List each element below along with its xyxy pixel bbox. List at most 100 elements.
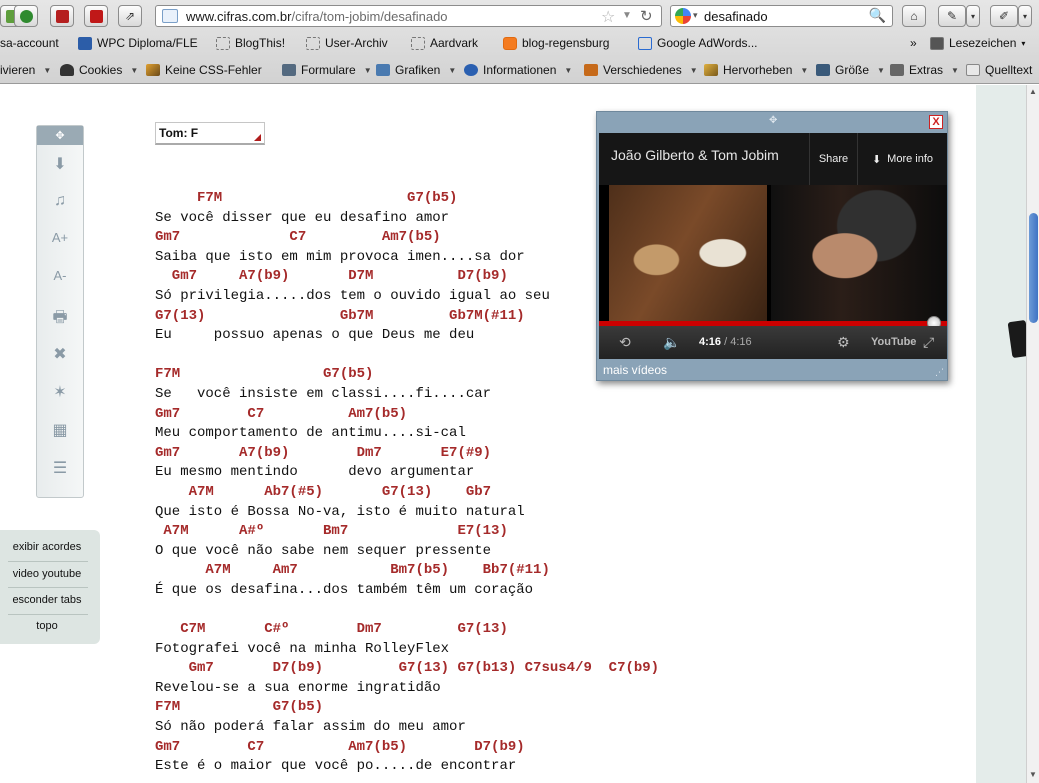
- form-icon: [282, 64, 296, 76]
- replay-icon[interactable]: ⟲: [619, 334, 631, 351]
- bookmark-item[interactable]: BlogThis!: [216, 36, 285, 50]
- bookmark-item[interactable]: WPC Diploma/FLE: [78, 36, 198, 50]
- chord-line: Gm7 D7(b9) G7(13) G7(b13) C7sus4/9 C7(b9…: [155, 660, 660, 677]
- devtool-source[interactable]: Quelltext: [966, 63, 1032, 77]
- bookmark-item[interactable]: User-Archiv: [306, 36, 388, 50]
- settings-gear-icon[interactable]: ⚙: [837, 334, 850, 351]
- bookmark-book-button[interactable]: [50, 5, 74, 27]
- devtool-information[interactable]: Informationen ▼: [464, 63, 572, 77]
- pen-tool-button[interactable]: ✐: [990, 5, 1018, 27]
- bookmarks-overflow-button[interactable]: »: [910, 36, 917, 50]
- search-icon[interactable]: 🔍: [869, 7, 886, 24]
- fullscreen-icon[interactable]: ⤢: [923, 334, 934, 351]
- google-icon: [638, 36, 652, 50]
- lyric-line: O que você não sabe nem sequer pressente: [155, 542, 492, 559]
- devtool-cookies[interactable]: Cookies ▼: [60, 63, 138, 77]
- page-source-icon: [966, 64, 980, 76]
- bookmark-item[interactable]: blog-regensburg: [503, 36, 609, 50]
- search-input[interactable]: desafinado: [704, 9, 768, 24]
- browser-chrome: ⇗ www.cifras.com.br/cifra/tom-jobim/desa…: [0, 0, 1039, 84]
- url-text[interactable]: www.cifras.com.br/cifra/tom-jobim/desafi…: [186, 9, 448, 24]
- bookmarklet-icon: [306, 36, 320, 50]
- dropdown-corner-icon: [254, 134, 261, 141]
- music-note-icon[interactable]: ♫: [37, 192, 83, 210]
- readlater-button[interactable]: [84, 5, 108, 27]
- address-bar[interactable]: www.cifras.com.br/cifra/tom-jobim/desafi…: [155, 5, 662, 27]
- mais-videos-link[interactable]: mais vídeos: [603, 363, 667, 377]
- devtool-deactivate[interactable]: ivieren ▼: [0, 63, 51, 77]
- reload-icon[interactable]: ↻: [640, 7, 653, 25]
- scrollbar-thumb[interactable]: [1029, 213, 1038, 323]
- vertical-scrollbar[interactable]: ▲ ▼: [1026, 85, 1039, 783]
- google-engine-icon[interactable]: [675, 8, 691, 24]
- list-icon[interactable]: ☰: [37, 458, 83, 478]
- tools-icon: [890, 64, 904, 76]
- resize-icon: [816, 64, 830, 76]
- link-topo[interactable]: topo: [0, 620, 94, 632]
- font-increase-icon[interactable]: A+: [37, 230, 83, 245]
- bookmark-item[interactable]: Google AdWords...: [638, 36, 758, 50]
- devtool-misc[interactable]: Verschiedenes ▼: [584, 63, 698, 77]
- navigation-toolbar: ⇗ www.cifras.com.br/cifra/tom-jobim/desa…: [0, 3, 1039, 29]
- devtool-forms[interactable]: Formulare ▼: [282, 63, 372, 77]
- refresh-addon-button[interactable]: [14, 5, 38, 27]
- resize-grip-icon[interactable]: ⋰: [935, 367, 944, 378]
- devtool-tools[interactable]: Extras ▼: [890, 63, 959, 77]
- engine-dropdown-icon[interactable]: ▾: [693, 10, 698, 21]
- share-button[interactable]: Share: [809, 133, 857, 185]
- move-icon[interactable]: ✥: [37, 126, 83, 145]
- chevron-down-icon: ▼: [448, 65, 457, 75]
- bookmark-item[interactable]: Aardvark: [411, 36, 478, 50]
- open-window-button[interactable]: ⇗: [118, 5, 142, 27]
- divider: [8, 614, 88, 615]
- video-frame-closeup: [771, 185, 947, 321]
- chevron-down-icon: ▼: [800, 65, 809, 75]
- volume-icon[interactable]: 🔈: [663, 334, 680, 351]
- lyric-line: Meu comportamento de antimu....si-cal: [155, 425, 466, 442]
- extension-menu-button[interactable]: ✎: [938, 5, 966, 27]
- lesezeichen-menu[interactable]: Lesezeichen ▾: [930, 36, 1025, 50]
- key-selector[interactable]: Tom: F: [155, 122, 265, 145]
- devtool-resize[interactable]: Größe ▼: [816, 63, 885, 77]
- font-decrease-icon[interactable]: A-: [37, 268, 83, 283]
- bookmark-item[interactable]: sa-account: [0, 36, 59, 50]
- scroll-down-icon[interactable]: ▼: [1029, 770, 1037, 779]
- devtool-images[interactable]: Grafiken ▼: [376, 63, 456, 77]
- chord-line: Gm7 A7(b9) D7M D7(b9): [155, 268, 508, 285]
- divider: [8, 587, 88, 588]
- close-video-button[interactable]: X: [929, 115, 943, 129]
- chord-grid-icon[interactable]: ▦: [37, 420, 83, 440]
- close-icon[interactable]: ✖: [37, 344, 83, 364]
- chevron-down-icon: ▾: [1022, 11, 1027, 21]
- lyric-line: É que os desafina...dos também têm um co…: [155, 581, 534, 598]
- home-button[interactable]: ⌂: [902, 5, 926, 27]
- devtool-css[interactable]: Keine CSS-Fehler: [146, 63, 262, 77]
- search-bar[interactable]: ▾ desafinado 🔍: [670, 5, 893, 27]
- video-title[interactable]: João Gilberto & Tom Jobim: [611, 147, 811, 163]
- more-info-button[interactable]: ⬇ More info: [857, 133, 947, 185]
- lyric-line: Este é o maior que você po.....de encont…: [155, 758, 517, 775]
- link-video-youtube[interactable]: video youtube: [0, 568, 94, 580]
- link-esconder-tabs[interactable]: esconder tabs: [0, 594, 94, 606]
- devtool-outline[interactable]: Hervorheben ▼: [704, 63, 808, 77]
- lyric-line: Eu possuo apenas o que Deus me deu: [155, 327, 475, 344]
- sparkle-icon[interactable]: ✶: [37, 382, 83, 402]
- scroll-up-icon[interactable]: ▲: [1029, 87, 1037, 96]
- download-icon[interactable]: ⬇: [37, 154, 83, 174]
- time-display: 4:16 / 4:16: [699, 336, 752, 348]
- history-dropdown-icon[interactable]: ▼: [622, 10, 632, 21]
- user-icon: [60, 64, 74, 76]
- book-icon: [55, 9, 69, 23]
- pen-tool-dropdown[interactable]: ▾: [1018, 5, 1032, 27]
- extension-menu-dropdown[interactable]: ▾: [966, 5, 980, 27]
- bookmark-star-icon[interactable]: ☆: [601, 7, 615, 27]
- divider: [8, 561, 88, 562]
- drag-handle-icon[interactable]: ✥: [769, 115, 777, 126]
- bookmarklet-icon: [411, 36, 425, 50]
- youtube-player[interactable]: João Gilberto & Tom Jobim Share ⬇ More in…: [599, 133, 947, 359]
- print-icon[interactable]: 🖶: [37, 306, 83, 333]
- chord-line: Gm7 C7 Am7(b5) D7(b9): [155, 738, 525, 755]
- link-exibir-acordes[interactable]: exibir acordes: [0, 541, 94, 553]
- youtube-logo[interactable]: YouTube: [871, 336, 916, 348]
